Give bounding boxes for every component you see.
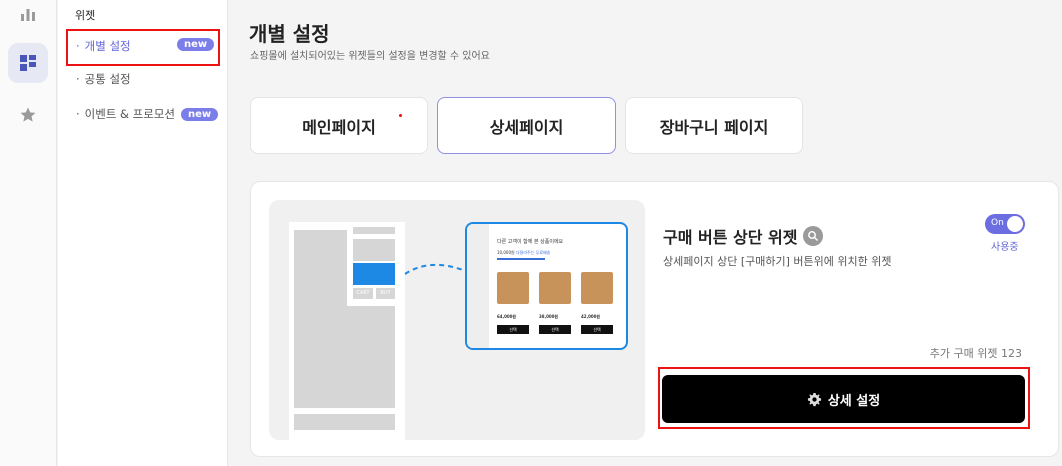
popup-price-note: 10,000원 xyxy=(497,250,515,255)
product-buy-button: 선택 xyxy=(497,325,529,334)
new-dot-indicator xyxy=(399,114,402,117)
highlight-box xyxy=(658,367,1030,429)
stats-nav-button[interactable] xyxy=(8,0,48,34)
favorites-nav-button[interactable] xyxy=(8,95,48,135)
widget-nav-button[interactable] xyxy=(8,43,48,83)
bullet: · xyxy=(76,72,80,86)
toggle-status: 사용중 xyxy=(991,242,1019,253)
widget-grid-icon xyxy=(20,55,36,71)
popup-note: 다잘라주는 무료배송 xyxy=(515,250,551,255)
page-subtitle: 쇼핑몰에 설치되어있는 위젯들의 설정을 변경할 수 있어요 xyxy=(250,51,490,62)
widget-preview-image: CART BUY 다른 고객이 함께 본 상품이에요 10,000원 다잘라주는… xyxy=(269,200,645,440)
highlight-box xyxy=(66,29,220,66)
widget-toggle[interactable]: On xyxy=(985,214,1025,234)
product-price: 38,000원 xyxy=(539,314,559,319)
sidebar-item-label: 이벤트 & 프로모션 xyxy=(84,107,175,121)
sidebar: 위젯 · 개별 설정 new · 공통 설정 · 이벤트 & 프로모션 new xyxy=(58,0,228,466)
bar-chart-icon xyxy=(21,9,35,21)
sidebar-item-event-promotion[interactable]: · 이벤트 & 프로모션 new xyxy=(68,103,219,125)
zoom-preview-icon[interactable] xyxy=(803,226,824,246)
product-box-image xyxy=(497,272,529,304)
new-badge: new xyxy=(181,107,219,121)
page-title: 개별 설정 xyxy=(249,22,330,46)
star-icon xyxy=(20,107,36,122)
tab-cart-page[interactable]: 장바구니 페이지 xyxy=(625,97,803,154)
product-price: 42,000원 xyxy=(581,314,601,319)
tab-label: 장바구니 페이지 xyxy=(659,117,769,137)
icon-rail xyxy=(0,0,57,466)
sidebar-item-label: 공통 설정 xyxy=(84,72,131,86)
toggle-knob xyxy=(1007,216,1023,232)
main-content: 개별 설정 쇼핑몰에 설치되어있는 위젯들의 설정을 변경할 수 있어요 메인페… xyxy=(229,0,1062,466)
sidebar-item-common-settings[interactable]: · 공통 설정 xyxy=(68,68,131,90)
widget-description: 상세페이지 상단 [구매하기] 버튼위에 위치한 위젯 xyxy=(663,255,892,268)
sidebar-title: 위젯 xyxy=(75,9,96,22)
popup-title: 다른 고객이 함께 본 상품이에요 xyxy=(497,239,564,245)
tab-detail-page[interactable]: 상세페이지 xyxy=(437,97,616,154)
product-buy-button: 선택 xyxy=(539,325,571,334)
widget-card: CART BUY 다른 고객이 함께 본 상품이에요 10,000원 다잘라주는… xyxy=(250,181,1059,457)
product-box-image xyxy=(539,272,571,304)
product-box-image xyxy=(581,272,613,304)
widget-title-row: 구매 버튼 상단 위젯 xyxy=(663,224,824,248)
widget-title: 구매 버튼 상단 위젯 xyxy=(663,228,798,247)
tab-label: 메인페이지 xyxy=(302,117,376,137)
tab-main-page[interactable]: 메인페이지 xyxy=(250,97,428,154)
popup-mock: 다른 고객이 함께 본 상품이에요 10,000원 다잘라주는 무료배송 64,… xyxy=(465,222,628,350)
product-buy-button: 선택 xyxy=(581,325,613,334)
extra-widget-info: 추가 구매 위젯 123 xyxy=(929,347,1022,360)
product-price: 64,000원 xyxy=(497,314,517,319)
tab-label: 상세페이지 xyxy=(489,117,564,137)
toggle-label: On xyxy=(991,218,1004,228)
bullet: · xyxy=(76,107,80,121)
